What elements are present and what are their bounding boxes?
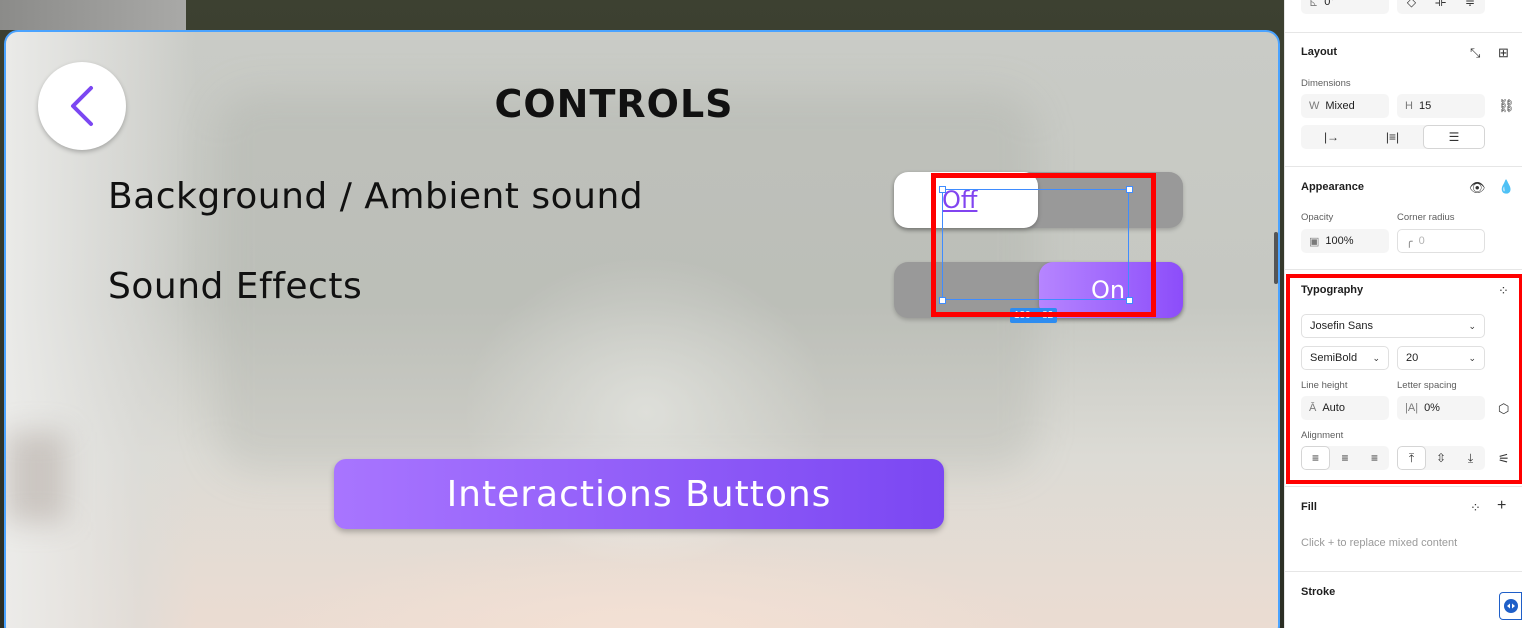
corner-radius-icon: ╭ xyxy=(1406,235,1413,248)
remote-arrows-icon xyxy=(1503,599,1518,613)
background-blob xyxy=(6,432,66,522)
eye-icon[interactable]: 👁 xyxy=(1469,181,1486,194)
highlight-box-typography xyxy=(1286,274,1522,484)
page-title: CONTROLS xyxy=(494,82,734,126)
opacity-label: Opacity xyxy=(1301,212,1334,223)
hug-contents-icon[interactable]: |≡| xyxy=(1362,125,1423,149)
fill-hint: Click + to replace mixed content xyxy=(1301,537,1458,549)
fill-styles-icon[interactable]: ⁘ xyxy=(1470,501,1481,514)
rotation-icon: ⊾ xyxy=(1309,0,1319,9)
rotation-field[interactable]: ⊾ 0° xyxy=(1301,0,1389,14)
opacity-field[interactable]: ▣ 100% xyxy=(1301,229,1389,253)
flip-controls[interactable]: ◇ ⟛ ≑ xyxy=(1397,0,1485,14)
interactions-buttons-cta[interactable]: Interactions Buttons xyxy=(334,459,944,529)
divider xyxy=(1285,166,1522,167)
flip-horizontal-icon[interactable]: ⟛ xyxy=(1426,0,1455,14)
resizing-mode-controls[interactable]: |→ |≡| ☰ xyxy=(1301,125,1485,149)
ambient-sound-label: Background / Ambient sound xyxy=(108,176,644,217)
layout-title: Layout xyxy=(1301,46,1338,58)
constrain-proportions-icon[interactable]: ⛓ xyxy=(1498,99,1515,112)
dimensions-label: Dimensions xyxy=(1301,78,1351,89)
stroke-title: Stroke xyxy=(1301,586,1336,598)
canvas-neighbor-frame xyxy=(0,0,186,30)
appearance-title: Appearance xyxy=(1301,181,1364,193)
divider xyxy=(1285,571,1522,572)
highlight-box-canvas xyxy=(931,173,1156,317)
width-field[interactable]: W Mixed xyxy=(1301,94,1389,118)
canvas-scrollbar[interactable] xyxy=(1274,232,1278,284)
opacity-icon: ▣ xyxy=(1309,235,1320,248)
auto-layout-icon[interactable]: ⊞ xyxy=(1498,46,1509,59)
corner-radius-field[interactable]: ╭ 0 xyxy=(1397,229,1485,253)
controls-frame[interactable]: CONTROLS xyxy=(4,30,1280,628)
divider xyxy=(1285,486,1522,487)
flip-vertical-icon[interactable]: ≑ xyxy=(1455,0,1485,14)
fixed-width-icon[interactable]: |→ xyxy=(1301,125,1362,149)
add-fill-icon[interactable]: + xyxy=(1497,498,1506,514)
fill-title: Fill xyxy=(1301,501,1317,513)
divider xyxy=(1285,32,1522,33)
sound-effects-label: Sound Effects xyxy=(108,266,363,307)
corner-radius-label: Corner radius xyxy=(1397,212,1455,223)
blend-mode-icon[interactable]: 💧 xyxy=(1498,180,1514,193)
remote-support-icon[interactable] xyxy=(1499,592,1522,620)
divider xyxy=(1285,269,1522,270)
constraint-icon[interactable]: ◇ xyxy=(1397,0,1426,14)
height-field[interactable]: H 15 xyxy=(1397,94,1485,118)
fill-container-icon[interactable]: ☰ xyxy=(1423,125,1485,149)
collapse-icon[interactable]: ⤡ xyxy=(1470,46,1480,59)
